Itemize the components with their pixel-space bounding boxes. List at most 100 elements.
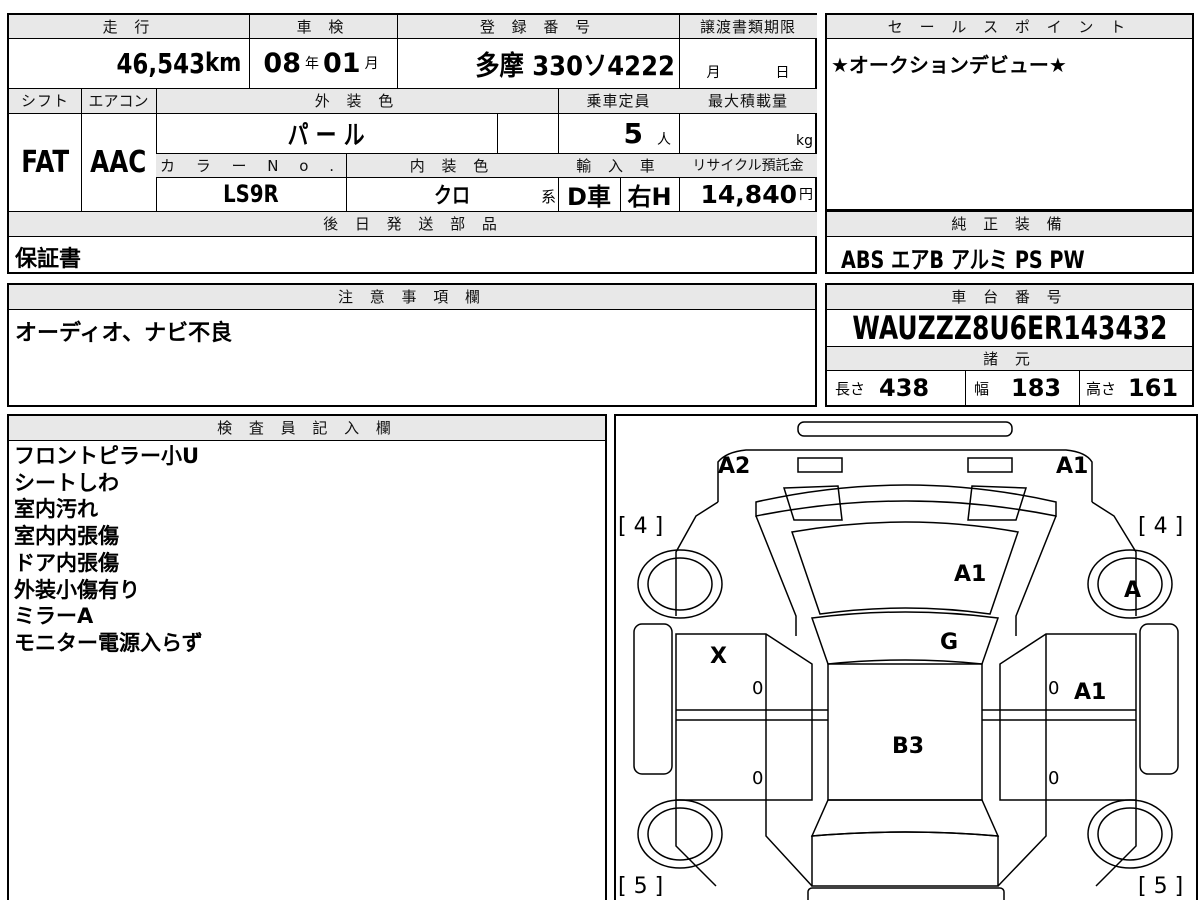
inspector-notes-list: フロントピラー小U シートしわ 室内汚れ 室内内張傷 ドア内張傷 外装小傷有り … <box>14 443 203 657</box>
color-no-cell: LS9R <box>156 177 346 211</box>
import-header: 輸 入 車 <box>558 154 679 177</box>
genuine-equipment-box: 純 正 装 備 ABS エアB アルミ PS PW <box>825 210 1194 274</box>
registration-header: 登 録 番 号 <box>397 15 679 38</box>
width-value: 183 <box>1011 374 1062 402</box>
height-cell: 高さ 161 <box>1080 371 1192 405</box>
row-line <box>9 236 815 237</box>
inspector-note: シートしわ <box>14 470 119 495</box>
inspection-month-unit: 月 <box>364 56 379 72</box>
inspection-header: 車 検 <box>249 15 397 38</box>
registration-value: 多摩 330ソ4222 <box>475 50 675 82</box>
color-no-value: LS9R <box>223 180 279 208</box>
damage-mark-hood: A1 <box>954 562 987 587</box>
handle-side-cell: 右H <box>620 177 679 211</box>
transfer-deadline-header: 譲渡書類期限 <box>679 15 817 38</box>
interior-color-header: 内 装 色 <box>346 154 558 177</box>
exterior-color-cell: パ ー ル <box>156 113 497 153</box>
inspection-cell: 08 年 01 月 <box>249 38 397 88</box>
interior-color-suffix: 系 <box>540 188 556 206</box>
spec-header: 諸 元 <box>827 347 1192 370</box>
capacity-unit: 人 <box>657 132 671 148</box>
chassis-number: WAUZZZ8U6ER143432 <box>852 309 1167 346</box>
car-outline-diagram <box>633 421 1179 900</box>
length-label: 長さ <box>835 379 866 398</box>
tire-depth-rear-right: [ 5 ] <box>1138 874 1184 899</box>
damage-mark-a1-front: A1 <box>1056 454 1089 479</box>
capacity-header: 乗車定員 <box>558 89 679 113</box>
mileage-header: 走 行 <box>9 15 249 38</box>
damage-mark-roof: B3 <box>892 734 925 759</box>
door-mark: 0 <box>1048 678 1060 699</box>
caution-box: 注 意 事 項 欄 オーディオ、ナビ不良 <box>7 283 817 407</box>
recycle-value: 14,840 <box>700 179 797 209</box>
recycle-header: リサイクル預託金 <box>679 154 817 177</box>
height-value: 161 <box>1128 374 1179 402</box>
exterior-color-header: 外 装 色 <box>156 89 558 113</box>
inspector-box: 検 査 員 記 入 欄 フロントピラー小U シートしわ 室内汚れ 室内内張傷 ド… <box>7 414 607 900</box>
registration-cell: 多摩 330ソ4222 <box>397 38 679 88</box>
inspector-note: ドア内張傷 <box>14 550 119 575</box>
col-line <box>497 113 498 153</box>
row-line <box>827 236 1192 237</box>
inspector-note: ミラーA <box>14 604 94 629</box>
caution-header: 注 意 事 項 欄 <box>9 285 815 309</box>
damage-mark-windshield: G <box>940 630 959 655</box>
damage-mark-a2: A2 <box>718 454 751 479</box>
sales-point-header: セ ー ル ス ポ イ ン ト <box>827 15 1192 38</box>
door-mark: 0 <box>752 678 764 699</box>
mileage-cell: 46,543 km <box>9 38 249 88</box>
interior-color-cell: クロ 系 <box>346 177 558 211</box>
shift-value: FAT <box>21 144 69 180</box>
capacity-value: 5 <box>623 116 643 150</box>
tire-depth-front-right: [ 4 ] <box>1138 514 1184 539</box>
import-type-value: D車 <box>567 182 611 211</box>
main-info-table: 走 行 車 検 登 録 番 号 譲渡書類期限 46,543 km 08 年 01… <box>7 13 817 274</box>
chassis-number-cell: WAUZZZ8U6ER143432 <box>827 309 1192 346</box>
inspector-header: 検 査 員 記 入 欄 <box>9 416 605 440</box>
aircon-cell: AAC <box>81 113 156 211</box>
inspector-note: 室内汚れ <box>14 497 98 522</box>
transfer-deadline-cell: 月 日 <box>679 38 817 88</box>
door-mark: 0 <box>1048 768 1060 789</box>
aircon-header: エアコン <box>81 89 156 113</box>
inspection-year: 08 <box>263 47 301 79</box>
max-load-cell: kg <box>679 113 817 153</box>
row-line <box>827 38 1192 39</box>
row-line <box>9 309 815 310</box>
inspection-year-unit: 年 <box>305 56 319 72</box>
handle-side-value: 右H <box>627 182 672 211</box>
inspector-note: 外装小傷有り <box>14 577 140 602</box>
mileage-value: 46,543 <box>115 46 205 80</box>
genuine-equipment-text: ABS エアB アルミ PS PW <box>841 246 1085 274</box>
max-load-header: 最大積載量 <box>679 89 817 113</box>
shift-header: シフト <box>9 89 81 113</box>
vehicle-diagram-box: A2 A1 [ 4 ] [ 4 ] A1 A G X A1 B3 0 0 0 0… <box>614 414 1198 900</box>
recycle-unit: 円 <box>799 187 813 203</box>
inspector-note: 室内内張傷 <box>14 524 119 549</box>
later-parts-header: 後 日 発 送 部 品 <box>9 212 817 236</box>
chassis-box: 車 台 番 号 WAUZZZ8U6ER143432 諸 元 長さ 438 幅 1… <box>825 283 1194 407</box>
aircon-value: AAC <box>90 144 147 180</box>
length-value: 438 <box>879 374 930 402</box>
damage-mark-wheel: A <box>1124 578 1142 603</box>
sales-point-text: ★オークションデビュー★ <box>831 53 1067 77</box>
door-mark: 0 <box>752 768 764 789</box>
height-label: 高さ <box>1086 379 1117 398</box>
caution-text: オーディオ、ナビ不良 <box>15 321 233 346</box>
interior-color-value: クロ <box>433 184 471 209</box>
width-cell: 幅 183 <box>966 371 1079 405</box>
length-cell: 長さ 438 <box>827 371 965 405</box>
import-type-cell: D車 <box>558 177 620 211</box>
inspector-note: モニター電源入らず <box>14 630 203 655</box>
row-line <box>9 440 605 441</box>
recycle-cell: 14,840 円 <box>679 177 817 211</box>
max-load-unit: kg <box>796 133 813 149</box>
sales-point-box: セ ー ル ス ポ イ ン ト ★オークションデビュー★ <box>825 13 1194 211</box>
mileage-unit: km <box>204 48 242 78</box>
tire-depth-front-left: [ 4 ] <box>618 514 664 539</box>
later-parts-value: 保証書 <box>15 247 82 272</box>
capacity-cell: 5 人 <box>558 113 679 153</box>
genuine-equipment-header: 純 正 装 備 <box>827 212 1192 236</box>
exterior-color-value: パ ー ル <box>288 120 365 151</box>
chassis-header: 車 台 番 号 <box>827 285 1192 309</box>
